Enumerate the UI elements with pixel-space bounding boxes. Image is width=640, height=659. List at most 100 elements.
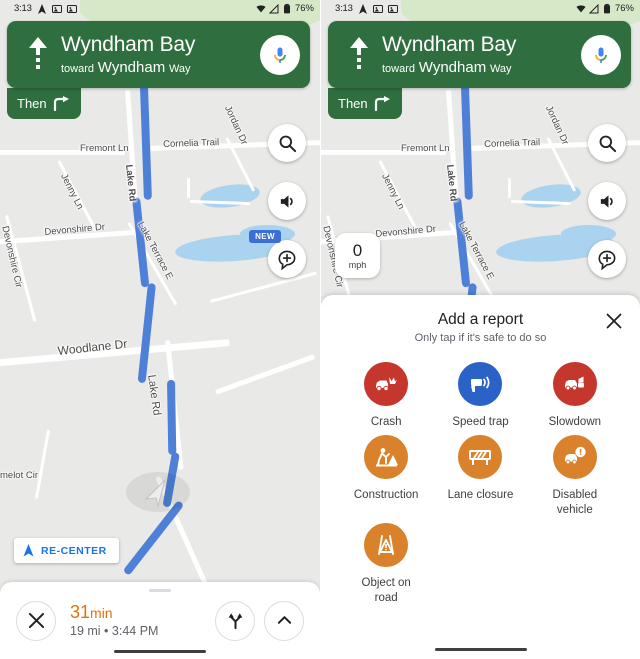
nav-primary-street: Wyndham Bay <box>61 32 196 56</box>
map-label-devonshire-cir: Devonshire Cir <box>0 225 25 289</box>
sound-on-icon <box>280 194 293 208</box>
speedometer: 0 mph <box>335 233 380 278</box>
new-feature-badge: NEW <box>249 230 281 243</box>
map-label-camelot: melot Cir <box>0 470 39 481</box>
expand-trip-details-button[interactable] <box>264 600 304 641</box>
navigation-instruction-card[interactable]: Wyndham Bay toward Wyndham Way <box>328 21 631 88</box>
report-option-object-on-road[interactable]: Object on road <box>339 523 433 605</box>
google-assistant-mic-icon <box>595 47 607 63</box>
then-maneuver-chip[interactable]: Then <box>328 88 402 119</box>
navigation-text: Wyndham Bay toward Wyndham Way <box>376 33 581 76</box>
nav-toward-prefix: toward <box>382 62 416 75</box>
object-on-road-icon <box>364 523 409 568</box>
end-navigation-button[interactable] <box>16 600 56 641</box>
alternate-routes-button[interactable] <box>215 600 255 641</box>
add-report-icon <box>278 250 295 270</box>
left-phone-panel: Fremont Ln Cornelia Trail Jordan Dr Jenn… <box>0 0 320 659</box>
street-side-c <box>210 271 318 303</box>
report-option-construction[interactable]: Construction <box>339 435 433 517</box>
nav-toward-line: toward Wyndham Way <box>382 58 581 76</box>
google-assistant-mic-icon <box>274 47 286 63</box>
assistant-mic-button[interactable] <box>260 34 300 75</box>
map-label-cornelia: Cornelia Trail <box>163 137 220 150</box>
close-report-sheet-button[interactable] <box>604 311 624 331</box>
screenshot-stage: Fremont Ln Cornelia Trail Jordan Dr Jenn… <box>0 0 640 659</box>
maneuver-icon-slot <box>21 36 55 74</box>
wifi-icon <box>256 4 266 12</box>
then-label: Then <box>17 96 47 111</box>
navigation-position-puck <box>126 472 190 512</box>
nav-toward-suffix: Way <box>168 62 191 75</box>
map-sound-button[interactable] <box>268 182 306 220</box>
map-add-report-button[interactable] <box>588 240 626 278</box>
sheet-title: Add a report <box>437 311 524 328</box>
battery-icon <box>603 3 610 13</box>
lane-closure-icon <box>458 435 503 480</box>
then-maneuver-chip[interactable]: Then <box>7 88 81 119</box>
navigation-arrow-icon <box>358 3 367 14</box>
close-icon <box>28 612 44 629</box>
disabled-vehicle-icon <box>552 435 597 480</box>
report-option-crash[interactable]: Crash <box>339 362 433 429</box>
navigation-arrow-icon <box>37 3 46 14</box>
map-label-jenny: Jenny Ln <box>379 172 407 212</box>
map-search-button[interactable] <box>268 124 306 162</box>
recenter-button[interactable]: RE-CENTER <box>14 538 119 563</box>
street-side-d <box>215 354 316 395</box>
android-home-indicator[interactable] <box>434 648 527 651</box>
sound-on-icon <box>600 194 613 208</box>
sheet-grab-handle[interactable] <box>149 589 171 592</box>
navigation-text: Wyndham Bay toward Wyndham Way <box>55 32 260 76</box>
status-bar-right-cluster: 76% <box>576 3 634 14</box>
nav-toward-prefix: toward <box>61 62 95 75</box>
assistant-mic-button[interactable] <box>581 34 621 75</box>
turn-right-arrow-icon <box>374 96 390 111</box>
report-option-label: Construction <box>353 489 419 502</box>
report-option-speed-trap[interactable]: Speed trap <box>433 362 527 429</box>
report-option-disabled-vehicle[interactable]: Disabled vehicle <box>528 435 622 517</box>
report-option-label: Object on road <box>361 577 411 604</box>
slowdown-icon <box>552 362 597 406</box>
puck-halo <box>126 472 190 512</box>
report-option-label: Crash <box>370 416 402 428</box>
speed-value: 0 <box>352 240 363 260</box>
close-icon <box>606 313 622 329</box>
turn-right-arrow-icon <box>53 96 69 111</box>
map-label-jenny: Jenny Ln <box>58 172 86 212</box>
cell-signal-icon <box>268 3 279 13</box>
alternate-routes-icon <box>228 613 242 630</box>
photo-notification-icon <box>372 4 383 13</box>
navigation-instruction-card[interactable]: Wyndham Bay toward Wyndham Way <box>7 21 310 88</box>
nav-toward-line: toward Wyndham Way <box>61 59 260 76</box>
photo-notification-icon <box>51 4 62 13</box>
nav-toward-street: Wyndham <box>418 58 487 76</box>
eta-value: 31 <box>70 601 91 622</box>
eta-unit: min <box>90 604 113 621</box>
construction-icon <box>364 435 409 480</box>
wifi-icon <box>576 4 586 12</box>
crash-icon <box>364 362 409 406</box>
route-seg-3 <box>137 283 156 384</box>
sheet-subtitle: Only tap if it's safe to do so <box>414 332 547 344</box>
report-option-slowdown[interactable]: Slowdown <box>528 362 622 429</box>
status-clock: 3:13 <box>335 3 353 14</box>
map-label-fremont: Fremont Ln <box>401 143 450 154</box>
report-option-label: Speed trap <box>452 416 509 428</box>
street-side-b <box>187 178 190 198</box>
map-search-button[interactable] <box>588 124 626 162</box>
continue-straight-arrow-icon <box>350 36 368 69</box>
trip-distance-arrival: 19 mi • 3:44 PM <box>70 624 159 639</box>
map-sound-button[interactable] <box>588 182 626 220</box>
speed-trap-icon <box>458 362 503 406</box>
photo-notification-icon <box>387 4 398 13</box>
status-bar-right-cluster: 76% <box>256 3 314 14</box>
report-option-label: Lane closure <box>447 489 514 502</box>
then-label: Then <box>338 96 368 111</box>
street-side-b <box>508 178 511 198</box>
map-add-report-button[interactable] <box>268 240 306 278</box>
status-clock: 3:13 <box>14 3 32 14</box>
battery-icon <box>283 3 290 13</box>
report-option-lane-closure[interactable]: Lane closure <box>433 435 527 517</box>
speed-unit: mph <box>348 259 367 270</box>
android-home-indicator[interactable] <box>114 650 206 653</box>
